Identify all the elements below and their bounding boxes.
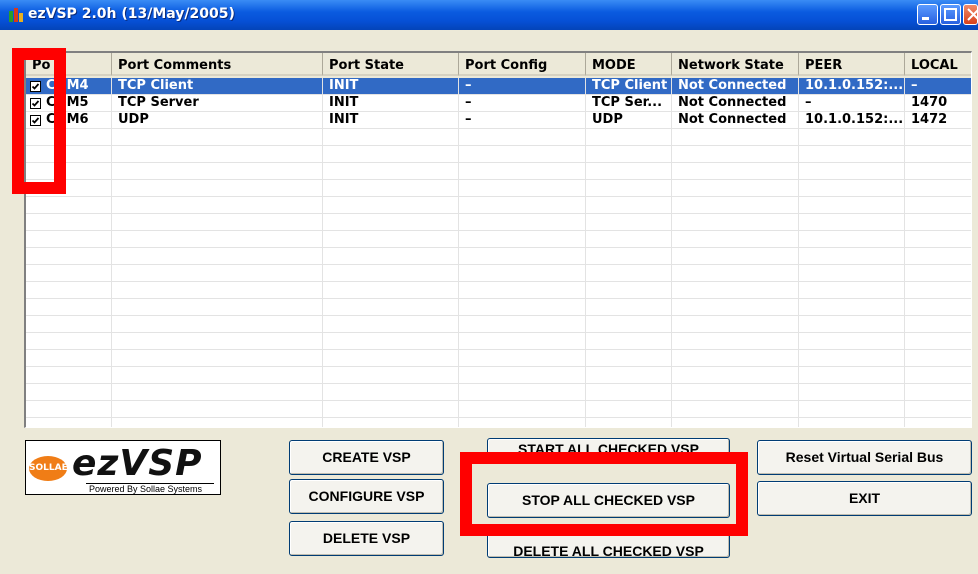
table-row[interactable]: COM5 TCP Server INIT – TCP Ser... Not Co… bbox=[26, 95, 971, 112]
start-all-checked-vsp-button[interactable]: START ALL CHECKED VSP bbox=[487, 438, 730, 464]
row-checkbox[interactable] bbox=[30, 98, 41, 109]
mode-cell: TCP Ser... bbox=[586, 95, 672, 111]
state-cell: INIT bbox=[323, 95, 459, 111]
config-cell: – bbox=[459, 112, 586, 128]
app-icon bbox=[9, 8, 23, 22]
minimize-button[interactable] bbox=[917, 4, 938, 25]
window-title: ezVSP 2.0h (13/May/2005) bbox=[28, 6, 235, 22]
close-button[interactable] bbox=[963, 4, 978, 25]
reset-virtual-serial-bus-button[interactable]: Reset Virtual Serial Bus bbox=[757, 440, 972, 475]
peer-cell: – bbox=[799, 95, 905, 111]
app-window: ezVSP 2.0h (13/May/2005) Po Port Comment… bbox=[0, 0, 978, 574]
title-bar[interactable]: ezVSP 2.0h (13/May/2005) bbox=[0, 0, 978, 30]
comment-cell: TCP Server bbox=[112, 95, 323, 111]
delete-all-checked-vsp-button[interactable]: DELETE ALL CHECKED VSP bbox=[487, 528, 730, 558]
comment-cell: TCP Client bbox=[112, 78, 323, 94]
maximize-icon bbox=[944, 8, 957, 21]
mode-cell: UDP bbox=[586, 112, 672, 128]
peer-cell: 10.1.0.152:... bbox=[799, 78, 905, 94]
mode-cell: TCP Client bbox=[586, 78, 672, 94]
close-icon bbox=[967, 8, 978, 21]
column-header-local[interactable]: LOCAL bbox=[905, 53, 971, 76]
local-cell: 1470 bbox=[905, 95, 971, 111]
maximize-button[interactable] bbox=[940, 4, 961, 25]
delete-vsp-button[interactable]: DELETE VSP bbox=[289, 521, 444, 556]
column-header-port-config[interactable]: Port Config bbox=[459, 53, 586, 76]
exit-button[interactable]: EXIT bbox=[757, 481, 972, 516]
row-checkbox[interactable] bbox=[30, 81, 41, 92]
checkmark-icon bbox=[31, 83, 40, 90]
config-cell: – bbox=[459, 95, 586, 111]
checkmark-icon bbox=[31, 117, 40, 124]
create-vsp-button[interactable]: CREATE VSP bbox=[289, 440, 444, 475]
column-header-port-state[interactable]: Port State bbox=[323, 53, 459, 76]
network-cell: Not Connected bbox=[672, 95, 799, 111]
column-header-port-comments[interactable]: Port Comments bbox=[112, 53, 323, 76]
list-header: Po Port Comments Port State Port Config … bbox=[26, 53, 971, 78]
stop-all-checked-vsp-button[interactable]: STOP ALL CHECKED VSP bbox=[487, 483, 730, 518]
checkmark-icon bbox=[31, 100, 40, 107]
comment-cell: UDP bbox=[112, 112, 323, 128]
logo-title: ezVSP bbox=[72, 443, 203, 484]
peer-cell: 10.1.0.152:... bbox=[799, 112, 905, 128]
column-header-network-state[interactable]: Network State bbox=[672, 53, 799, 76]
sollae-badge: SOLLAE bbox=[29, 456, 68, 481]
minimize-icon bbox=[922, 17, 929, 20]
column-header-peer[interactable]: PEER bbox=[799, 53, 905, 76]
config-cell: – bbox=[459, 78, 586, 94]
state-cell: INIT bbox=[323, 78, 459, 94]
configure-vsp-button[interactable]: CONFIGURE VSP bbox=[289, 479, 444, 514]
row-checkbox[interactable] bbox=[30, 115, 41, 126]
network-cell: Not Connected bbox=[672, 78, 799, 94]
state-cell: INIT bbox=[323, 112, 459, 128]
column-header-mode[interactable]: MODE bbox=[586, 53, 672, 76]
local-cell: 1472 bbox=[905, 112, 971, 128]
empty-grid-area bbox=[26, 129, 971, 427]
ezvsp-logo: SOLLAE ezVSP Powered By Sollae Systems bbox=[25, 440, 221, 495]
port-list[interactable]: Po Port Comments Port State Port Config … bbox=[24, 51, 972, 428]
column-header-port[interactable]: Po bbox=[26, 53, 112, 76]
network-cell: Not Connected bbox=[672, 112, 799, 128]
table-row[interactable]: COM6 UDP INIT – UDP Not Connected 10.1.0… bbox=[26, 112, 971, 129]
table-row[interactable]: COM4 TCP Client INIT – TCP Client Not Co… bbox=[26, 78, 971, 95]
local-cell: – bbox=[905, 78, 971, 94]
logo-subtitle: Powered By Sollae Systems bbox=[86, 483, 214, 494]
